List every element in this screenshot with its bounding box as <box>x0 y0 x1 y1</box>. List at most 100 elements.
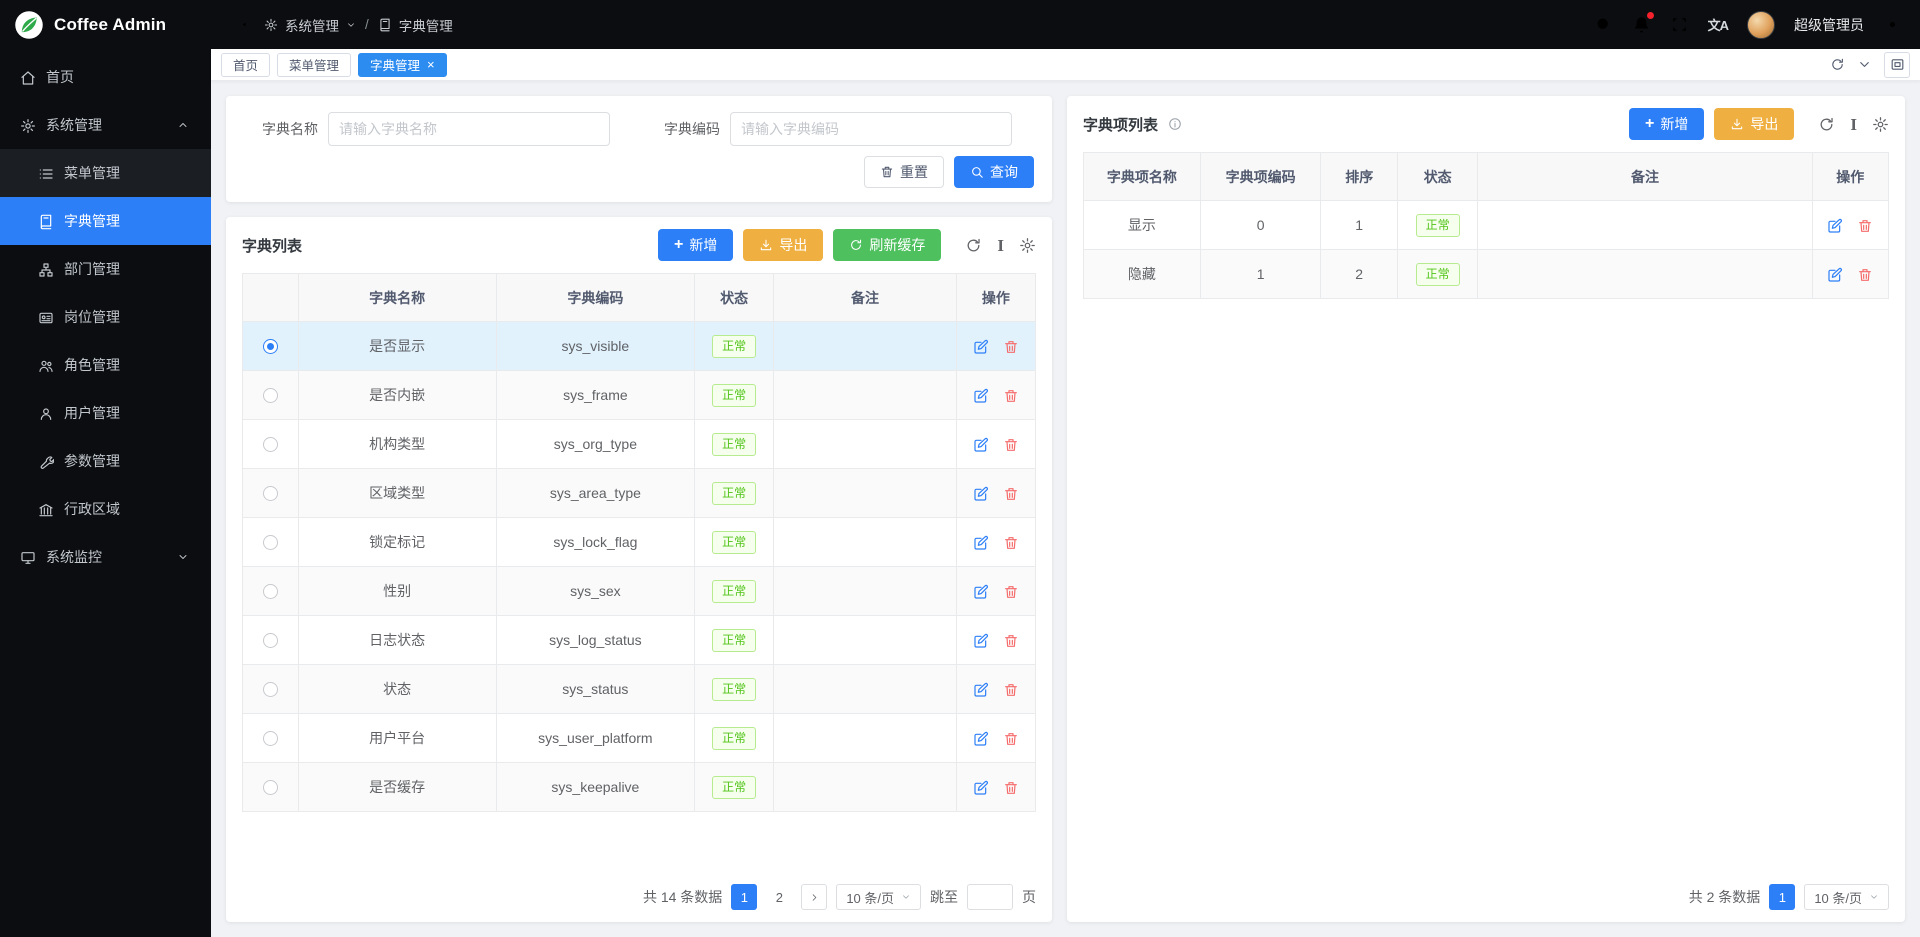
sidebar-item-10[interactable]: 系统监控 <box>0 533 211 581</box>
reset-button[interactable]: 重置 <box>864 156 944 188</box>
jump-page-input[interactable] <box>967 884 1013 910</box>
dict-page-size-select[interactable]: 10 条/页 <box>836 884 921 910</box>
status-badge: 正常 <box>712 384 756 407</box>
dict-row[interactable]: 区域类型sys_area_type正常 <box>243 469 1036 518</box>
dict-row[interactable]: 是否显示sys_visible正常 <box>243 322 1036 371</box>
edit-icon[interactable] <box>973 388 989 404</box>
row-radio[interactable] <box>263 780 278 795</box>
sidebar-item-4[interactable]: 部门管理 <box>0 245 211 293</box>
edit-icon[interactable] <box>973 731 989 747</box>
tab-2[interactable]: 字典管理× <box>358 53 447 77</box>
row-radio[interactable] <box>263 535 278 550</box>
delete-icon[interactable] <box>1003 731 1019 747</box>
delete-icon[interactable] <box>1003 780 1019 796</box>
column-settings-gear-icon[interactable] <box>1019 237 1036 254</box>
text-size-icon[interactable]: I <box>997 237 1004 254</box>
delete-icon[interactable] <box>1003 437 1019 453</box>
dict-row[interactable]: 锁定标记sys_lock_flag正常 <box>243 518 1036 567</box>
reload-table-icon[interactable] <box>1818 116 1835 133</box>
add-dict-button[interactable]: + 新增 <box>658 229 733 261</box>
dict-row[interactable]: 是否内嵌sys_frame正常 <box>243 371 1036 420</box>
dict-name-input[interactable] <box>328 112 610 146</box>
delete-icon[interactable] <box>1003 633 1019 649</box>
sidebar-item-7[interactable]: 用户管理 <box>0 389 211 437</box>
user-name[interactable]: 超级管理员 <box>1794 15 1864 35</box>
row-radio[interactable] <box>263 339 278 354</box>
avatar[interactable] <box>1747 11 1775 39</box>
edit-icon[interactable] <box>973 339 989 355</box>
delete-icon[interactable] <box>1857 267 1873 283</box>
edit-icon[interactable] <box>973 633 989 649</box>
sidebar-item-1[interactable]: 系统管理 <box>0 101 211 149</box>
translate-icon[interactable]: 文A <box>1708 15 1728 34</box>
tab-1[interactable]: 菜单管理 <box>277 53 351 77</box>
page-button-1[interactable]: 1 <box>731 884 757 910</box>
export-item-button[interactable]: 导出 <box>1714 108 1794 140</box>
edit-icon[interactable] <box>1827 267 1843 283</box>
edit-icon[interactable] <box>973 486 989 502</box>
row-radio[interactable] <box>263 633 278 648</box>
delete-icon[interactable] <box>1003 682 1019 698</box>
sidebar-item-5[interactable]: 岗位管理 <box>0 293 211 341</box>
app-logo[interactable]: Coffee Admin <box>0 0 211 49</box>
row-radio[interactable] <box>263 584 278 599</box>
breadcrumb-root[interactable]: 系统管理 <box>285 15 339 35</box>
dict-row[interactable]: 用户平台sys_user_platform正常 <box>243 714 1036 763</box>
edit-icon[interactable] <box>973 437 989 453</box>
content-fullscreen-icon[interactable] <box>1884 52 1910 78</box>
info-icon[interactable] <box>1168 117 1182 131</box>
delete-icon[interactable] <box>1003 339 1019 355</box>
text-size-icon[interactable]: I <box>1850 116 1857 133</box>
sidebar-item-8[interactable]: 参数管理 <box>0 437 211 485</box>
menu-fold-icon[interactable] <box>229 15 248 34</box>
page-button-1[interactable]: 1 <box>1769 884 1795 910</box>
row-radio[interactable] <box>263 437 278 452</box>
edit-icon[interactable] <box>973 535 989 551</box>
sidebar-item-9[interactable]: 行政区域 <box>0 485 211 533</box>
edit-icon[interactable] <box>973 584 989 600</box>
sidebar-item-2[interactable]: 菜单管理 <box>0 149 211 197</box>
sidebar-item-0[interactable]: 首页 <box>0 53 211 101</box>
fullscreen-icon[interactable] <box>1670 15 1689 34</box>
item-row[interactable]: 显示01正常 <box>1084 201 1889 250</box>
edit-icon[interactable] <box>1827 218 1843 234</box>
row-radio[interactable] <box>263 682 278 697</box>
sidebar-item-3[interactable]: 字典管理 <box>0 197 211 245</box>
tab-0[interactable]: 首页 <box>221 53 270 77</box>
dict-row[interactable]: 状态sys_status正常 <box>243 665 1036 714</box>
delete-icon[interactable] <box>1003 388 1019 404</box>
row-radio[interactable] <box>263 388 278 403</box>
row-radio[interactable] <box>263 486 278 501</box>
query-button[interactable]: 查询 <box>954 156 1034 188</box>
search-icon[interactable] <box>1594 15 1613 34</box>
dict-code-input[interactable] <box>730 112 1012 146</box>
row-radio[interactable] <box>263 731 278 746</box>
dict-row[interactable]: 是否缓存sys_keepalive正常 <box>243 763 1036 812</box>
dict-row[interactable]: 性别sys_sex正常 <box>243 567 1036 616</box>
dict-row[interactable]: 机构类型sys_org_type正常 <box>243 420 1036 469</box>
refresh-cache-button[interactable]: 刷新缓存 <box>833 229 941 261</box>
item-page-size-select[interactable]: 10 条/页 <box>1804 884 1889 910</box>
edit-icon[interactable] <box>973 780 989 796</box>
item-row[interactable]: 隐藏12正常 <box>1084 250 1889 299</box>
delete-icon[interactable] <box>1857 218 1873 234</box>
notification-bell-icon[interactable] <box>1632 15 1651 34</box>
next-page-button[interactable] <box>801 884 827 910</box>
delete-icon[interactable] <box>1003 584 1019 600</box>
page-button-2[interactable]: 2 <box>766 884 792 910</box>
tab-options-chevron-icon[interactable] <box>1857 57 1872 72</box>
edit-icon[interactable] <box>973 682 989 698</box>
close-icon[interactable]: × <box>427 58 435 71</box>
delete-icon[interactable] <box>1003 535 1019 551</box>
add-item-button[interactable]: + 新增 <box>1629 108 1704 140</box>
reload-table-icon[interactable] <box>965 237 982 254</box>
dict-code: sys_log_status <box>496 616 694 665</box>
export-dict-button[interactable]: 导出 <box>743 229 823 261</box>
chevron-down-icon[interactable] <box>346 17 356 32</box>
delete-icon[interactable] <box>1003 486 1019 502</box>
sidebar-item-6[interactable]: 角色管理 <box>0 341 211 389</box>
refresh-tab-icon[interactable] <box>1830 57 1845 72</box>
settings-gear-icon[interactable] <box>1883 15 1902 34</box>
column-settings-gear-icon[interactable] <box>1872 116 1889 133</box>
dict-row[interactable]: 日志状态sys_log_status正常 <box>243 616 1036 665</box>
